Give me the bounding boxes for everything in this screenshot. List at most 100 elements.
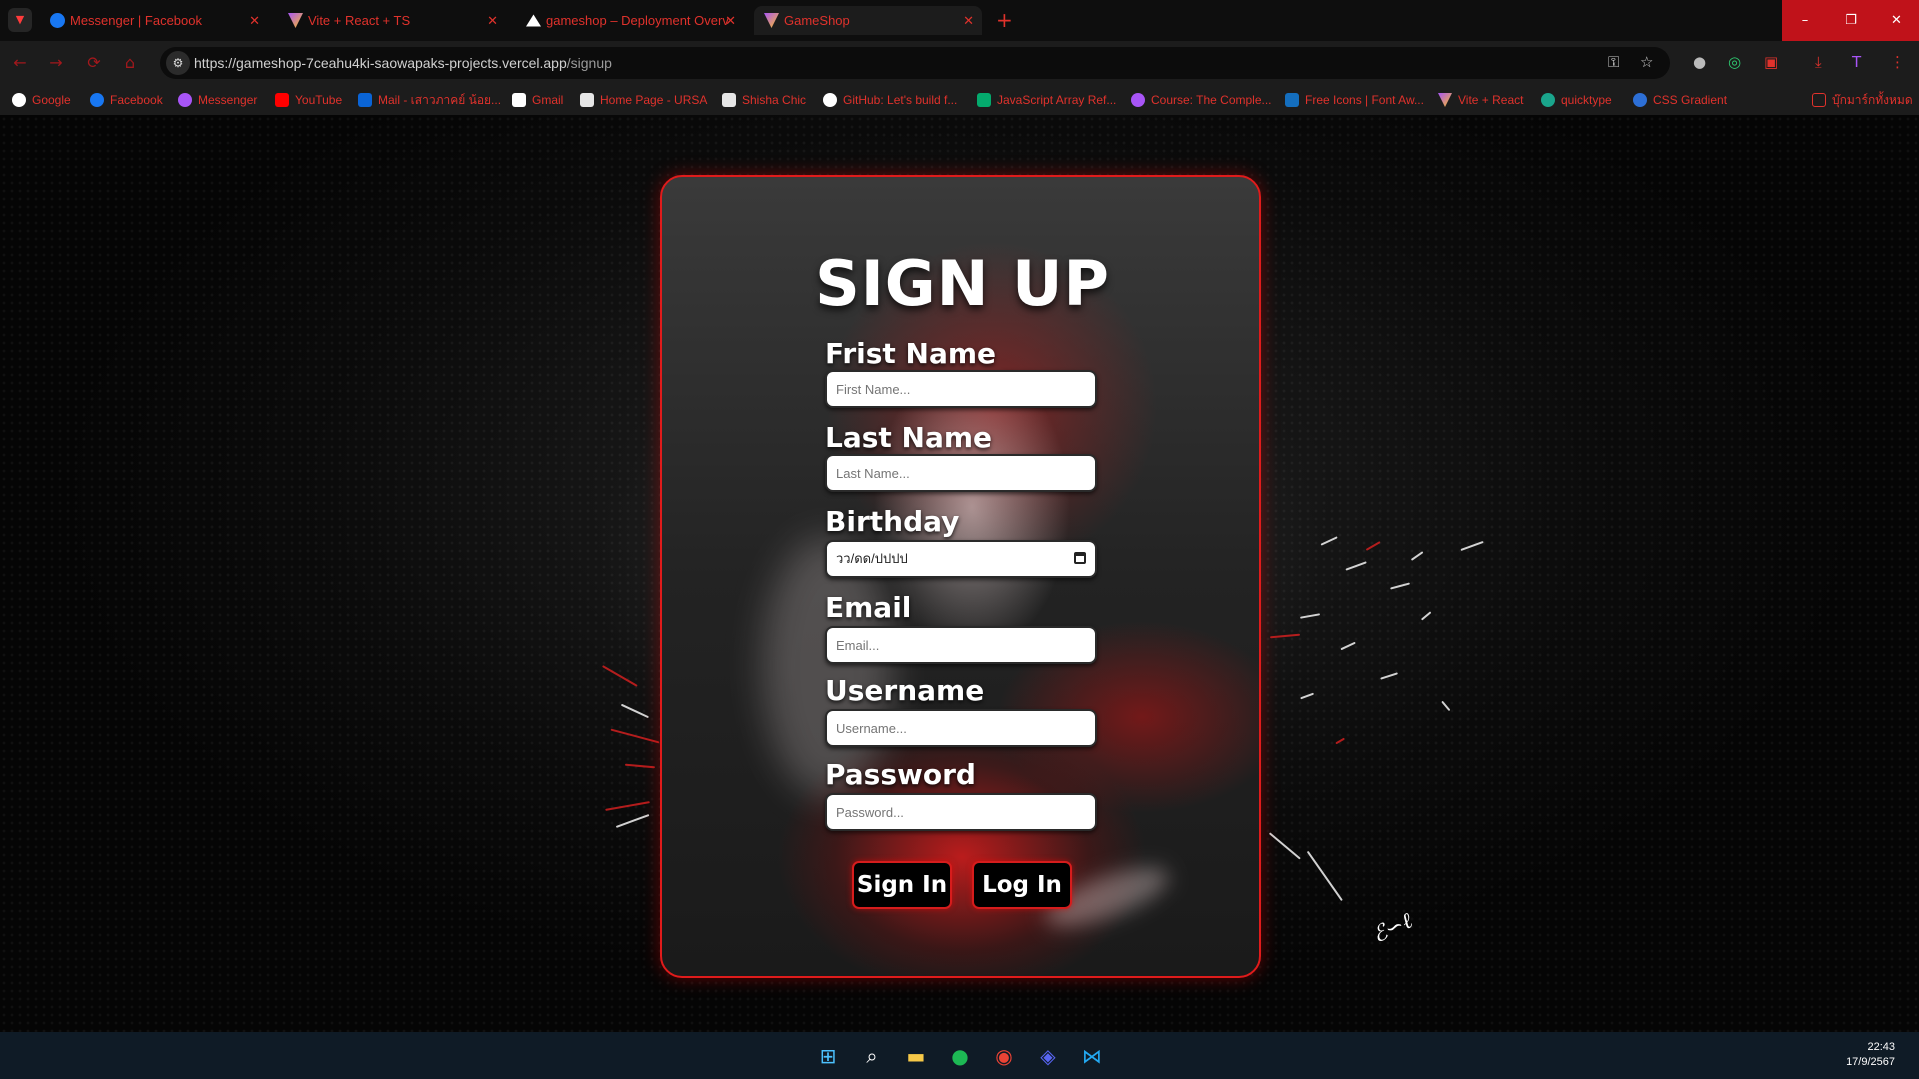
tab-gameshop[interactable]: GameShop ✕ — [754, 6, 982, 35]
page-background: ℰ∽ℓ SIGN UP Frist Name Last Name Birthda… — [0, 115, 1919, 1032]
tab-title: GameShop — [784, 13, 850, 28]
tab-title: Vite + React + TS — [308, 13, 411, 28]
tab-title: gameshop – Deployment Overv — [546, 13, 729, 28]
bookmark-google[interactable]: Google — [12, 85, 71, 115]
calendar-icon[interactable] — [1074, 552, 1086, 564]
bookmark-youtube[interactable]: YouTube — [275, 85, 342, 115]
all-bookmarks-folder[interactable]: บุ๊กมาร์กทั้งหมด — [1812, 85, 1913, 115]
bookmark-gmail[interactable]: Gmail — [512, 85, 563, 115]
bookmark-course[interactable]: Course: The Comple... — [1131, 85, 1272, 115]
system-clock[interactable]: 22:43 17/9/2567 — [1846, 1040, 1895, 1070]
back-icon[interactable]: ← — [8, 51, 32, 75]
clock-time: 22:43 — [1867, 1041, 1895, 1053]
last-name-label: Last Name — [825, 421, 993, 454]
signup-card: SIGN UP Frist Name Last Name Birthday วว… — [660, 175, 1261, 978]
menu-kebab-icon[interactable]: ⋮ — [1890, 53, 1905, 71]
bookmark-github[interactable]: GitHub: Let's build f... — [823, 85, 957, 115]
bookmark-js-array[interactable]: JavaScript Array Ref... — [977, 85, 1116, 115]
profile-avatar[interactable]: T — [1852, 53, 1861, 71]
tab-title: Messenger | Facebook — [70, 13, 202, 28]
birthday-label: Birthday — [825, 505, 960, 538]
address-bar[interactable]: ⚙ https://gameshop-7ceahu4ki-saowapaks-p… — [160, 47, 1670, 79]
youtube-icon — [275, 93, 289, 107]
bookmark-ursa[interactable]: Home Page - URSA — [580, 85, 707, 115]
page-icon — [580, 93, 594, 107]
password-input[interactable] — [825, 793, 1097, 831]
facebook-icon — [50, 13, 65, 28]
extensions-puzzle-icon[interactable]: ▣ — [1764, 53, 1778, 71]
first-name-label: Frist Name — [825, 337, 997, 370]
bookmark-star-icon[interactable]: ☆ — [1640, 53, 1653, 71]
close-icon[interactable]: ✕ — [249, 6, 260, 35]
page-title: SIGN UP — [815, 247, 1110, 320]
w3-icon — [977, 93, 991, 107]
course-icon — [1131, 93, 1145, 107]
quicktype-icon — [1541, 93, 1555, 107]
tab-search-button[interactable]: ▼ — [8, 8, 32, 32]
forward-icon[interactable]: → — [44, 51, 68, 75]
facebook-icon — [90, 93, 104, 107]
url-text[interactable]: https://gameshop-7ceahu4ki-saowapaks-pro… — [194, 47, 612, 79]
vite-icon — [764, 13, 779, 28]
new-tab-button[interactable]: + — [996, 6, 1013, 35]
vite-icon — [288, 13, 303, 28]
bookmark-font-awesome[interactable]: Free Icons | Font Aw... — [1285, 85, 1424, 115]
bookmark-facebook[interactable]: Facebook — [90, 85, 163, 115]
search-icon[interactable]: ⌕ — [858, 1042, 886, 1070]
gmail-icon — [512, 93, 526, 107]
email-input[interactable] — [825, 626, 1097, 664]
tab-strip: ▼ Messenger | Facebook ✕ Vite + React + … — [0, 0, 1919, 41]
username-input[interactable] — [825, 709, 1097, 747]
bookmark-messenger[interactable]: Messenger — [178, 85, 257, 115]
vscode-icon[interactable]: ⋈ — [1078, 1042, 1106, 1070]
clock-date: 17/9/2567 — [1846, 1056, 1895, 1068]
vercel-icon — [526, 14, 541, 27]
tab-messenger[interactable]: Messenger | Facebook ✕ — [40, 6, 268, 35]
github-icon — [823, 93, 837, 107]
sign-in-button[interactable]: Sign In — [852, 861, 952, 909]
bookmark-vite-react[interactable]: Vite + React — [1438, 85, 1523, 115]
birthday-date-input[interactable]: วว/ดด/ปปปป — [825, 540, 1097, 578]
email-label: Email — [825, 591, 912, 624]
google-icon — [12, 93, 26, 107]
vite-icon — [1438, 93, 1452, 107]
close-window-button[interactable]: ✕ — [1874, 0, 1919, 41]
bookmark-quicktype[interactable]: quicktype — [1541, 85, 1612, 115]
windows-start-icon[interactable]: ⊞ — [814, 1042, 842, 1070]
bookmarks-bar: Google Facebook Messenger YouTube Mail -… — [0, 85, 1919, 115]
home-icon[interactable]: ⌂ — [118, 51, 142, 75]
first-name-input[interactable] — [825, 370, 1097, 408]
bookmark-shisha-chic[interactable]: Shisha Chic — [722, 85, 806, 115]
date-format-text: วว/ดด/ปปปป — [836, 551, 908, 566]
folder-icon — [1812, 93, 1826, 107]
download-icon[interactable]: ⤓ — [1815, 53, 1822, 71]
close-icon[interactable]: ✕ — [487, 6, 498, 35]
discord-icon[interactable]: ◈ — [1034, 1042, 1062, 1070]
restore-button[interactable]: ❐ — [1828, 0, 1874, 41]
gradient-icon — [1633, 93, 1647, 107]
file-explorer-icon[interactable]: ▬ — [902, 1042, 930, 1070]
extension-target-icon[interactable]: ◎ — [1728, 53, 1741, 71]
bookmark-css-gradient[interactable]: CSS Gradient — [1633, 85, 1727, 115]
flag-icon — [1285, 93, 1299, 107]
username-label: Username — [825, 674, 985, 707]
outlook-icon — [358, 93, 372, 107]
spotify-icon[interactable]: ● — [946, 1042, 974, 1070]
tab-vercel-deployment[interactable]: gameshop – Deployment Overv ✕ — [516, 6, 744, 35]
extension-icon[interactable]: ● — [1693, 53, 1706, 71]
chrome-icon[interactable]: ◉ — [990, 1042, 1018, 1070]
bookmark-mail[interactable]: Mail - เสาวภาคย์ น้อย... — [358, 85, 501, 115]
last-name-input[interactable] — [825, 454, 1097, 492]
minimize-button[interactable]: – — [1782, 0, 1828, 41]
password-key-icon[interactable]: ⚿ — [1608, 53, 1619, 71]
browser-toolbar: ← → ⟳ ⌂ ⚙ https://gameshop-7ceahu4ki-sao… — [0, 41, 1919, 85]
reload-icon[interactable]: ⟳ — [82, 51, 106, 75]
password-label: Password — [825, 758, 976, 791]
messenger-icon — [178, 93, 192, 107]
site-info-icon[interactable]: ⚙ — [166, 51, 190, 75]
windows-taskbar: ⊞ ⌕ ▬ ● ◉ ◈ ⋈ 22:43 17/9/2567 — [0, 1032, 1919, 1079]
close-icon[interactable]: ✕ — [725, 6, 736, 35]
tab-vite-react-ts[interactable]: Vite + React + TS ✕ — [278, 6, 506, 35]
close-icon[interactable]: ✕ — [963, 6, 974, 35]
log-in-button[interactable]: Log In — [972, 861, 1072, 909]
